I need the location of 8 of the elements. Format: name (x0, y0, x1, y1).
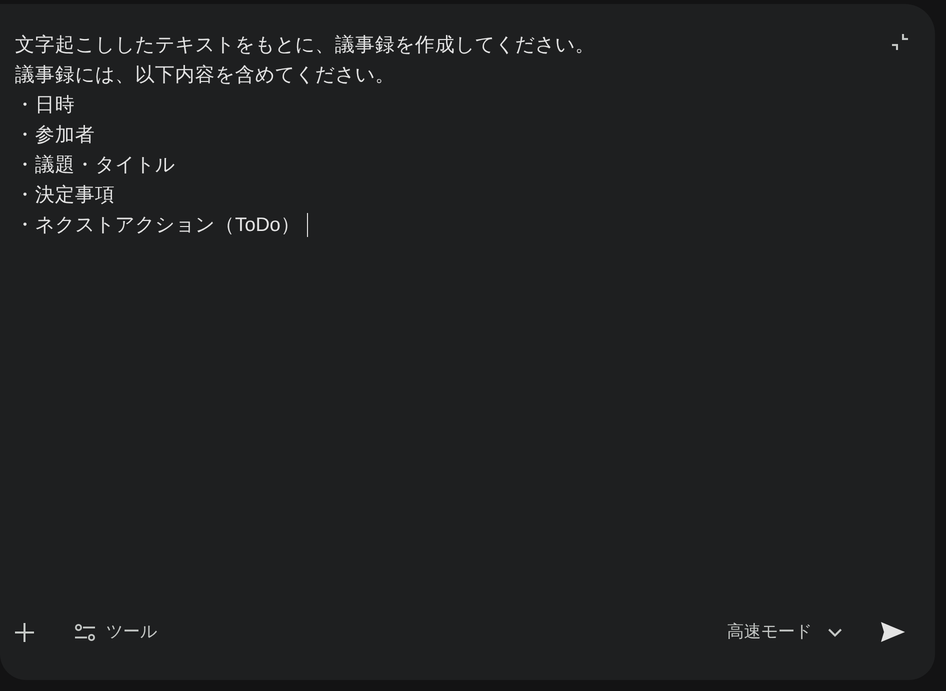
chevron-down-icon (828, 628, 842, 636)
prompt-input[interactable]: 文字起こししたテキストをもとに、議事録を作成してください。 議事録には、以下内容を含めてください。 ・日時 ・参加者 ・議題・タイトル ・決定事項 ・ネクストアクション（ToDo） (15, 30, 892, 602)
sliders-icon (75, 624, 95, 640)
add-icon[interactable] (15, 622, 34, 642)
send-icon[interactable] (881, 622, 905, 642)
mode-dropdown[interactable]: 高速モード (727, 621, 842, 643)
collapse-icon[interactable] (892, 34, 908, 50)
tools-button[interactable]: ツール (75, 621, 157, 643)
